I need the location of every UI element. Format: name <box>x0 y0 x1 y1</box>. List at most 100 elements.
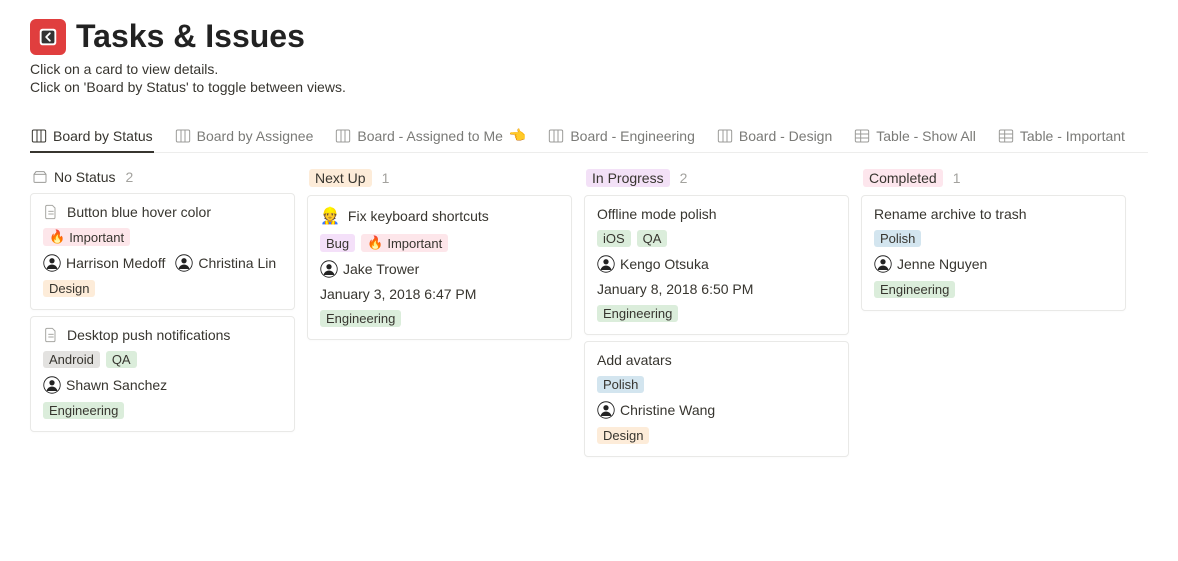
person-name: Jenne Nguyen <box>897 256 987 272</box>
team-tags: Engineering <box>320 310 559 327</box>
tag-qa: QA <box>106 351 137 368</box>
column-header: Completed 1 <box>861 167 1126 195</box>
tag-ios: iOS <box>597 230 631 247</box>
avatar-icon <box>874 255 892 273</box>
column-title[interactable]: In Progress <box>586 169 670 187</box>
column-count: 1 <box>382 170 390 186</box>
board-icon <box>31 128 47 144</box>
card-title-row: Desktop push notifications <box>43 327 282 343</box>
assignees: Christine Wang <box>597 401 836 419</box>
tag-engineering: Engineering <box>874 281 955 298</box>
view-tab-table-important[interactable]: Table - Important <box>997 122 1126 152</box>
fire-icon: 🔥 <box>367 235 383 251</box>
board-icon <box>175 128 191 144</box>
card-title: Offline mode polish <box>597 206 717 222</box>
avatar-icon <box>43 254 61 272</box>
column-count: 1 <box>953 170 961 186</box>
person: Christina Lin <box>175 254 276 272</box>
tag-design: Design <box>597 427 649 444</box>
view-tab-label: Table - Show All <box>876 128 976 144</box>
person: Kengo Otsuka <box>597 255 709 273</box>
view-tab-label: Board by Status <box>53 128 153 144</box>
avatar-icon <box>43 376 61 394</box>
card[interactable]: Add avatars Polish Christine Wang Design <box>584 341 849 457</box>
assignees: Jenne Nguyen <box>874 255 1113 273</box>
card[interactable]: 👷 Fix keyboard shortcuts Bug 🔥 Important Jake… <box>307 195 572 340</box>
tag-polish: Polish <box>597 376 644 393</box>
project-tags: Polish <box>874 230 1113 247</box>
avatar-icon <box>597 401 615 419</box>
table-icon <box>854 128 870 144</box>
subtitle-line-2: Click on 'Board by Status' to toggle bet… <box>30 79 1148 95</box>
column-header: Next Up 1 <box>307 167 572 195</box>
card-emoji-icon: 👷 <box>320 206 340 226</box>
card[interactable]: Rename archive to trash Polish Jenne Nguye… <box>861 195 1126 311</box>
person-name: Jake Trower <box>343 261 419 277</box>
tag-engineering: Engineering <box>43 402 124 419</box>
team-tags: Design <box>43 280 282 297</box>
column-title[interactable]: No Status <box>32 169 115 185</box>
card-title-row: Button blue hover color <box>43 204 282 220</box>
team-tags: Design <box>597 427 836 444</box>
tag-label: Bug <box>326 236 349 251</box>
view-tab-table-show-all[interactable]: Table - Show All <box>853 122 977 152</box>
team-tags: Engineering <box>874 281 1113 298</box>
column-count: 2 <box>125 169 133 185</box>
table-icon <box>998 128 1014 144</box>
team-tags: Engineering <box>597 305 836 322</box>
view-tab-label: Table - Important <box>1020 128 1125 144</box>
tag-engineering: Engineering <box>597 305 678 322</box>
view-tab-board-by-status[interactable]: Board by Status <box>30 122 154 152</box>
tag-engineering: Engineering <box>320 310 401 327</box>
assignees: Jake Trower <box>320 260 559 278</box>
tag-polish: Polish <box>874 230 921 247</box>
column-title-label: No Status <box>54 169 115 185</box>
page-icon <box>43 327 59 343</box>
view-tab-board-assigned-to-me[interactable]: Board - Assigned to Me👈 <box>334 121 527 152</box>
card-title: Desktop push notifications <box>67 327 230 343</box>
app-icon <box>30 19 66 55</box>
column-nextup: Next Up 1 👷 Fix keyboard shortcuts Bug 🔥 Impor… <box>307 167 572 463</box>
avatar-icon <box>175 254 193 272</box>
tag-android: Android <box>43 351 100 368</box>
view-tab-label: Board - Engineering <box>570 128 695 144</box>
card-title-row: Rename archive to trash <box>874 206 1113 222</box>
board-icon <box>717 128 733 144</box>
view-tab-board-by-assignee[interactable]: Board by Assignee <box>174 122 315 152</box>
column-header: No Status 2 <box>30 167 295 193</box>
project-tags: iOSQA <box>597 230 836 247</box>
kanban-board: No Status2Button blue hover color🔥Import… <box>30 167 1148 463</box>
views-bar: Board by Status Board by Assignee Board - … <box>30 121 1148 153</box>
tag-design: Design <box>43 280 95 297</box>
card-title: Button blue hover color <box>67 204 211 220</box>
assignees: Kengo Otsuka <box>597 255 836 273</box>
avatar-icon <box>597 255 615 273</box>
card-date: January 3, 2018 6:47 PM <box>320 286 559 302</box>
person: Jake Trower <box>320 260 419 278</box>
card[interactable]: Desktop push notifications Android QA Shawn… <box>30 316 295 432</box>
card[interactable]: Offline mode polish iOSQA Kengo Otsuka Janu… <box>584 195 849 335</box>
assignees: Shawn Sanchez <box>43 376 282 394</box>
column-nostatus: No Status 2 Button blue hover color🔥Import… <box>30 167 295 463</box>
card-title-row: 👷 Fix keyboard shortcuts <box>320 206 559 226</box>
priority-tags: Bug 🔥 Important <box>320 234 559 252</box>
column-title[interactable]: Completed <box>863 169 943 187</box>
board-icon <box>548 128 564 144</box>
person: Christine Wang <box>597 401 715 419</box>
assignees: Harrison Medoff Christina Lin <box>43 254 282 272</box>
view-tab-board-engineering[interactable]: Board - Engineering <box>547 122 696 152</box>
column-completed: Completed 1 Rename archive to trash Polish J… <box>861 167 1126 463</box>
subtitle-line-1: Click on a card to view details. <box>30 61 1148 77</box>
card-title: Add avatars <box>597 352 672 368</box>
view-tab-board-design[interactable]: Board - Design <box>716 122 833 152</box>
project-tags: Android QA <box>43 351 282 368</box>
card[interactable]: Button blue hover color🔥ImportantHarriso… <box>30 193 295 310</box>
tag-label: Important <box>387 236 442 251</box>
card-date: January 8, 2018 6:50 PM <box>597 281 836 297</box>
card-title: Fix keyboard shortcuts <box>348 208 489 224</box>
column-title[interactable]: Next Up <box>309 169 372 187</box>
person: Harrison Medoff <box>43 254 165 272</box>
column-count: 2 <box>680 170 688 186</box>
inbox-icon <box>32 169 48 185</box>
column-header: In Progress 2 <box>584 167 849 195</box>
